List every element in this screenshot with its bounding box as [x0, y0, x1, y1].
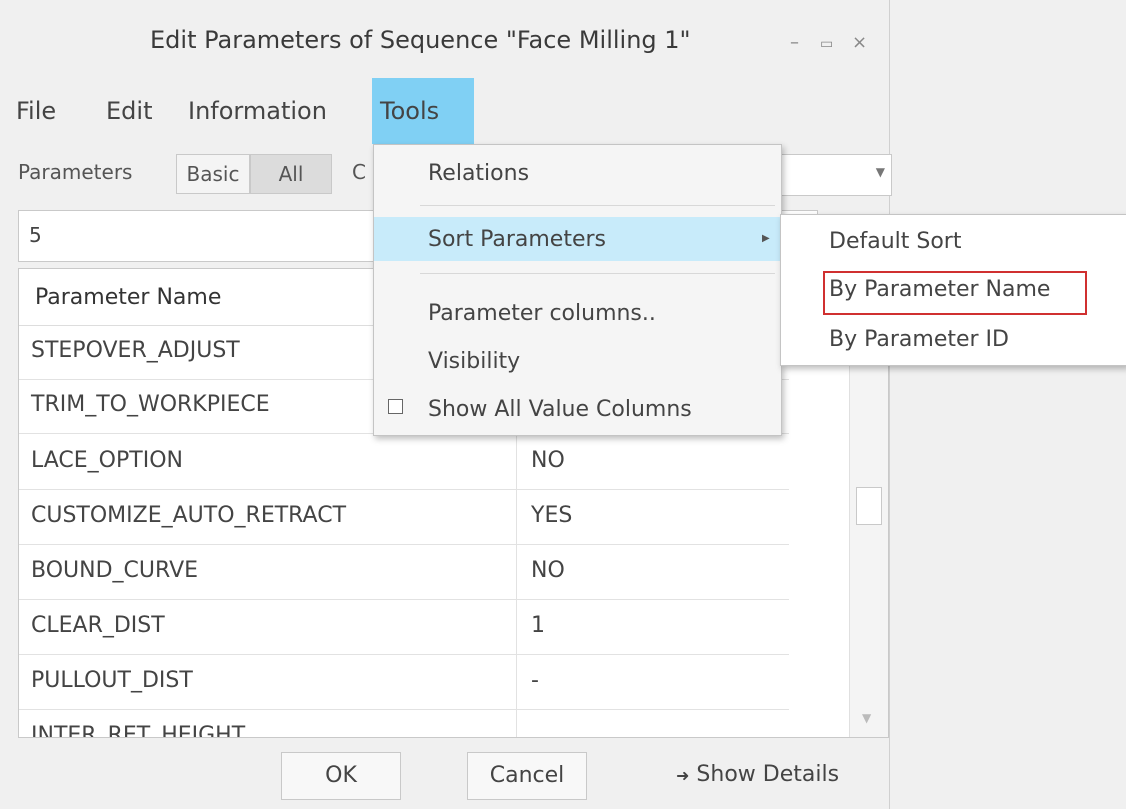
- minimize-button[interactable]: –: [790, 32, 799, 53]
- param-name: PULLOUT_DIST: [31, 668, 193, 693]
- menu-information[interactable]: Information: [180, 78, 335, 144]
- param-name: LACE_OPTION: [31, 448, 183, 473]
- param-name: TRIM_TO_WORKPIECE: [31, 392, 270, 417]
- param-value[interactable]: YES: [531, 503, 572, 528]
- submenu-item-by-parameter-name[interactable]: By Parameter Name: [829, 277, 1050, 302]
- menu-divider: [420, 205, 775, 206]
- scrollbar-thumb[interactable]: [856, 487, 882, 525]
- param-value[interactable]: NO: [531, 448, 565, 473]
- table-row[interactable]: BOUND_CURVE NO: [19, 545, 789, 600]
- menu-item-parameter-columns[interactable]: Parameter columns..: [374, 291, 781, 335]
- arrow-right-icon: ➜: [676, 766, 690, 785]
- param-name: STEPOVER_ADJUST: [31, 338, 240, 363]
- menu-file[interactable]: File: [8, 78, 64, 144]
- param-value[interactable]: NO: [531, 558, 565, 583]
- close-button[interactable]: ×: [852, 32, 867, 53]
- table-row[interactable]: CUSTOMIZE_AUTO_RETRACT YES: [19, 490, 789, 545]
- column-parameter-name: Parameter Name: [35, 285, 222, 310]
- maximize-button[interactable]: ▭: [820, 36, 833, 52]
- show-details-label: Show Details: [696, 762, 840, 787]
- view-combo[interactable]: ▼: [780, 154, 892, 196]
- param-name: CLEAR_DIST: [31, 613, 165, 638]
- menu-item-label: Show All Value Columns: [428, 397, 692, 422]
- menu-item-label: Relations: [428, 161, 530, 186]
- param-name: BOUND_CURVE: [31, 558, 199, 583]
- title-bar: Edit Parameters of Sequence "Face Millin…: [0, 0, 889, 78]
- basic-toggle[interactable]: Basic: [176, 154, 250, 194]
- submenu-arrow-icon: ▶: [762, 233, 770, 244]
- param-value[interactable]: -: [531, 668, 539, 693]
- menu-tools[interactable]: Tools: [372, 78, 474, 144]
- menu-item-relations[interactable]: Relations: [374, 151, 781, 195]
- all-toggle[interactable]: All: [250, 154, 332, 194]
- show-details-link[interactable]: ➜ Show Details: [676, 762, 839, 787]
- submenu-item-by-parameter-id[interactable]: By Parameter ID: [829, 327, 1009, 352]
- table-row[interactable]: LACE_OPTION NO: [19, 435, 789, 490]
- checkbox-icon[interactable]: [388, 399, 403, 414]
- menu-divider: [420, 273, 775, 274]
- chevron-down-icon: ▼: [875, 165, 885, 179]
- sort-parameters-submenu: Default Sort By Parameter Name By Parame…: [780, 214, 1126, 366]
- cancel-button[interactable]: Cancel: [467, 752, 587, 800]
- filter-value: 5: [29, 223, 42, 247]
- table-row[interactable]: CLEAR_DIST 1: [19, 600, 789, 655]
- tools-menu: Relations Sort Parameters ▶ Parameter co…: [373, 144, 782, 436]
- menu-edit[interactable]: Edit: [98, 78, 160, 144]
- param-value[interactable]: 1: [531, 613, 545, 638]
- scroll-down-icon[interactable]: ▼: [862, 711, 871, 725]
- menu-item-show-all-value-columns[interactable]: Show All Value Columns: [374, 387, 781, 431]
- partial-label: C: [352, 160, 366, 184]
- window-title: Edit Parameters of Sequence "Face Millin…: [150, 26, 691, 54]
- ok-button[interactable]: OK: [281, 752, 401, 800]
- submenu-item-default-sort[interactable]: Default Sort: [829, 229, 961, 254]
- table-row[interactable]: PULLOUT_DIST -: [19, 655, 789, 710]
- menu-item-label: Visibility: [428, 349, 521, 374]
- parameters-label: Parameters: [18, 160, 133, 184]
- menu-item-label: Parameter columns..: [428, 301, 656, 326]
- menu-item-label: Sort Parameters: [428, 227, 607, 252]
- param-name: INTER_RET_HEIGHT: [31, 723, 246, 738]
- menu-item-sort-parameters[interactable]: Sort Parameters ▶: [374, 217, 781, 261]
- menu-item-visibility[interactable]: Visibility: [374, 339, 781, 383]
- table-row[interactable]: INTER_RET_HEIGHT: [19, 710, 789, 738]
- param-name: CUSTOMIZE_AUTO_RETRACT: [31, 503, 347, 528]
